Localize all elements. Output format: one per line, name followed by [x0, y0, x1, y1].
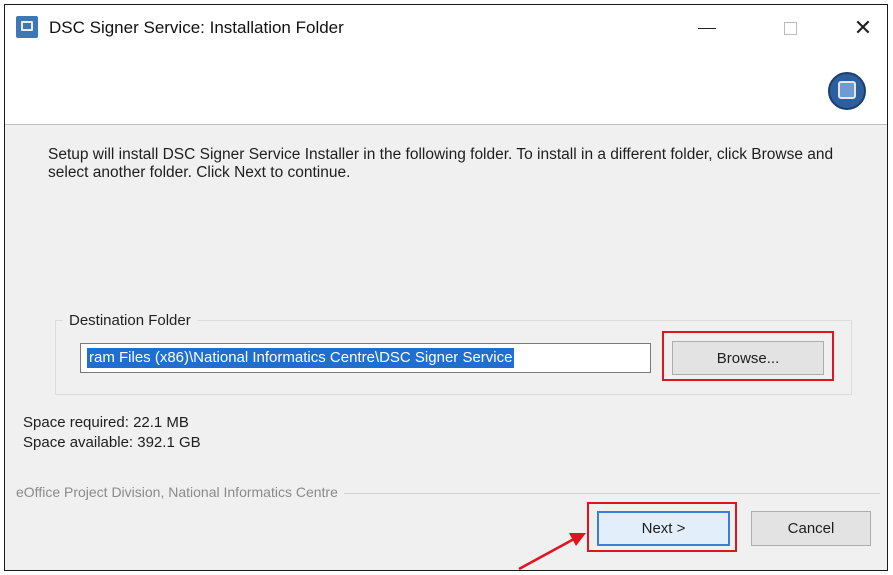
maximize-button[interactable]	[768, 13, 812, 43]
next-highlight-box	[587, 502, 737, 552]
destination-path-input[interactable]: ram Files (x86)\National Informatics Cen…	[80, 343, 651, 373]
installer-app-icon	[16, 16, 38, 38]
footer-branding: eOffice Project Division, National Infor…	[16, 484, 344, 500]
instructions-text: Setup will install DSC Signer Service In…	[48, 146, 834, 181]
minimize-icon	[698, 27, 716, 29]
close-button[interactable]: ✕	[841, 13, 885, 43]
space-required-text: Space required: 22.1 MB	[23, 414, 189, 431]
close-icon: ✕	[853, 15, 873, 40]
destination-path-value: ram Files (x86)\National Informatics Cen…	[87, 348, 515, 368]
space-available-text: Space available: 392.1 GB	[23, 434, 201, 451]
header-band	[5, 51, 887, 125]
destination-folder-label: Destination Folder	[63, 312, 197, 329]
title-bar[interactable]: DSC Signer Service: Installation Folder …	[5, 5, 887, 51]
browse-highlight-box	[662, 331, 834, 381]
window-title: DSC Signer Service: Installation Folder	[49, 18, 344, 37]
dsc-signer-logo-icon	[828, 72, 866, 110]
cancel-button[interactable]: Cancel	[751, 511, 871, 546]
minimize-button[interactable]	[685, 13, 729, 43]
maximize-icon	[783, 21, 797, 35]
